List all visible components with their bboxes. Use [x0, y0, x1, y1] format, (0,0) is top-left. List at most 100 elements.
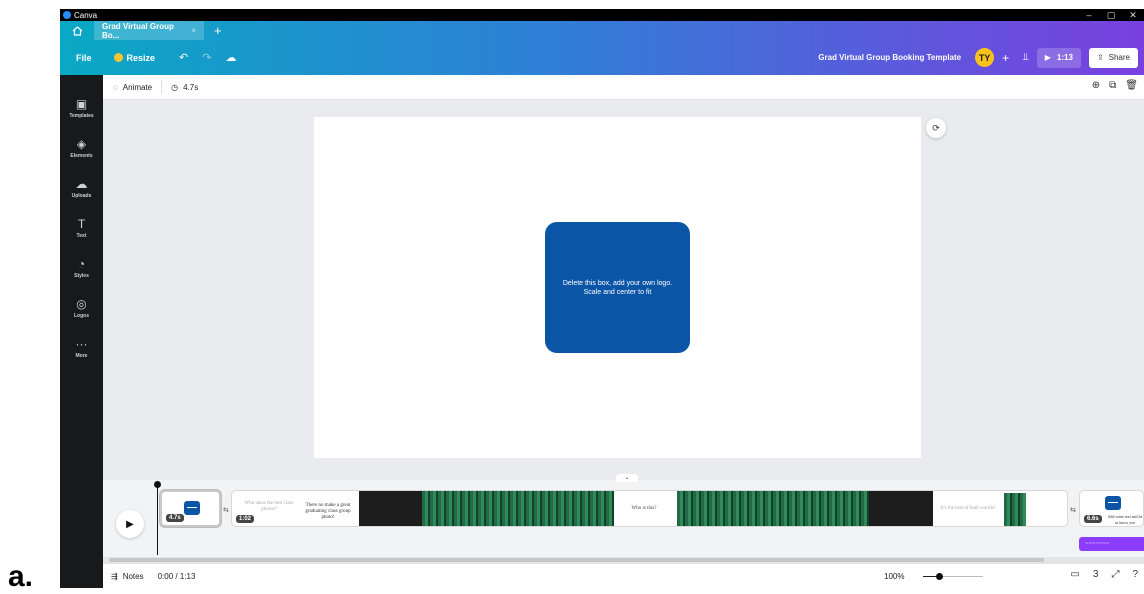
timeline-clip-2[interactable]: Who takes the best class photos? There n… — [231, 490, 1068, 527]
styles-icon: ◔ — [77, 257, 86, 271]
notes-icon: ⇶ — [111, 571, 118, 581]
sidebar-item-label: Templates — [69, 113, 94, 119]
templates-icon: ▣ — [75, 97, 88, 111]
sidebar-item-label: Text — [76, 233, 87, 239]
play-icon: ▶ — [126, 518, 134, 530]
avatar[interactable]: TY — [975, 48, 995, 67]
clip-duration-badge: 4.7s — [166, 514, 184, 522]
clip-thumbnail — [1105, 496, 1121, 510]
new-tab-button[interactable]: + — [214, 23, 222, 38]
sidebar-item-more[interactable]: ··· More — [60, 337, 103, 359]
tab-document[interactable]: Grad Virtual Group Bo... × — [94, 21, 204, 40]
zoom-slider-rest[interactable] — [943, 576, 983, 577]
clip-photo — [869, 491, 933, 526]
add-page-icon[interactable]: ⊕ — [1092, 80, 1100, 91]
sidebar-item-uploads[interactable]: ☁ Uploads — [60, 177, 103, 199]
tab-strip: Grad Virtual Group Bo... × + — [60, 21, 1144, 40]
footer-bar: ⇶ Notes 0:00 / 1:13 100% ▭ 3 ⤢ ? — [103, 563, 1144, 588]
text-icon: T — [77, 217, 86, 231]
grid-view-icon[interactable]: ▭ — [1070, 569, 1079, 580]
animate-label: Animate — [122, 82, 153, 92]
invite-button[interactable]: + — [1002, 51, 1009, 65]
duplicate-page-icon[interactable]: ⧉ — [1109, 80, 1116, 91]
file-menu[interactable]: File — [76, 53, 92, 63]
main-toolbar: File Resize ↶ ↷ ☁ Grad Virtual Group Boo… — [60, 40, 1144, 75]
clip-duration-badge: 6.6s — [1084, 515, 1102, 523]
home-button[interactable] — [60, 21, 94, 40]
comment-icon: ⟳ — [932, 122, 940, 133]
share-icon: ⇪ — [1096, 53, 1104, 62]
crown-icon — [113, 53, 123, 62]
zoom-slider-handle[interactable] — [936, 573, 943, 580]
sidebar-item-label: Styles — [74, 273, 89, 279]
duration-button[interactable]: ◷ 4.7s — [171, 83, 198, 92]
resize-button[interactable]: Resize — [113, 52, 156, 63]
title-bar: Canva – ▢ ✕ — [60, 9, 1144, 21]
playhead[interactable] — [157, 485, 158, 555]
transition-icon[interactable]: ⇆ — [223, 506, 229, 514]
logo-box-text-line1: Delete this box, add your own logo. — [562, 279, 673, 287]
delete-page-icon[interactable]: 🗑 — [1125, 80, 1138, 91]
duration-label: 4.7s — [183, 82, 199, 92]
more-icon: ··· — [75, 337, 88, 351]
logo-box-text-line2: Scale and center to fit — [583, 288, 652, 296]
app-name: Canva — [74, 10, 98, 20]
share-label: Share — [1108, 53, 1130, 62]
canva-window: Canva – ▢ ✕ Grad Virtual Group Bo... × +… — [60, 9, 1144, 588]
present-button[interactable]: ▶ 1:13 — [1036, 47, 1081, 68]
zoom-level[interactable]: 100% — [884, 572, 904, 581]
scrollbar-thumb[interactable] — [109, 558, 1044, 562]
toolbar-divider — [161, 80, 163, 94]
design-page[interactable]: Delete this box, add your own logo. Scal… — [314, 117, 921, 458]
elements-icon: ◈ — [76, 137, 87, 151]
minimize-button[interactable]: – — [1078, 9, 1100, 21]
sidebar-item-styles[interactable]: ◔ Styles — [60, 257, 103, 279]
document-title[interactable]: Grad Virtual Group Booking Template — [818, 53, 961, 62]
collapse-timeline-button[interactable]: ⌄ — [616, 474, 638, 482]
canva-logo-icon — [63, 11, 71, 19]
play-icon: ▶ — [1044, 53, 1051, 62]
clip-slide-text: Add some text and let us know you — [1107, 514, 1143, 525]
transition-icon[interactable]: ⇆ — [1070, 506, 1076, 514]
tab-document-label: Grad Virtual Group Bo... — [102, 21, 174, 40]
fullscreen-icon[interactable]: ⤢ — [1111, 569, 1119, 580]
timeline-play-button[interactable]: ▶ — [116, 510, 144, 538]
redo-icon[interactable]: ↷ — [202, 51, 211, 64]
clip-slide-text: Who takes the best class photos? — [244, 501, 294, 512]
sidebar-item-text[interactable]: T Text — [60, 217, 103, 239]
timeline-clip-3[interactable]: Add some text and let us know you 6.6s — [1079, 490, 1144, 527]
notes-button[interactable]: ⇶ Notes — [111, 572, 144, 581]
sidebar-item-elements[interactable]: ◈ Elements — [60, 137, 103, 159]
cloud-save-icon[interactable]: ☁ — [225, 51, 236, 64]
notes-label: Notes — [122, 571, 144, 581]
sidebar-item-templates[interactable]: ▣ Templates — [60, 97, 103, 119]
timeline-clip-1[interactable]: 4.7s — [160, 490, 221, 527]
left-sidebar: ▣ Templates ◈ Elements ☁ Uploads T Text … — [60, 75, 103, 588]
undo-icon[interactable]: ↶ — [179, 51, 188, 64]
figure-label: a. — [8, 560, 34, 593]
editor-header: Grad Virtual Group Bo... × + File Resize… — [60, 21, 1144, 75]
maximize-button[interactable]: ▢ — [1100, 9, 1122, 21]
tab-close-icon[interactable]: × — [191, 26, 196, 35]
clock-icon: ◷ — [171, 82, 179, 92]
insights-icon[interactable]: ⫫ — [1023, 52, 1029, 63]
animate-button[interactable]: ◌ Animate — [113, 83, 152, 92]
context-toolbar: ◌ Animate ◷ 4.7s ⊕ ⧉ 🗑 — [103, 75, 1144, 100]
sidebar-item-logos[interactable]: ◎ Logos — [60, 297, 103, 319]
present-duration: 1:13 — [1056, 53, 1073, 62]
vertical-scrollbar[interactable] — [1136, 100, 1144, 476]
close-window-button[interactable]: ✕ — [1122, 9, 1144, 21]
clip-thumbnail — [184, 501, 200, 515]
add-comment-button[interactable]: ⟳ — [926, 118, 946, 138]
uploads-icon: ☁ — [75, 177, 88, 191]
page-count-icon[interactable]: 3 — [1093, 569, 1099, 580]
home-icon — [72, 25, 82, 36]
share-button[interactable]: ⇪ Share — [1088, 47, 1138, 68]
playback-time: 0:00 / 1:13 — [157, 571, 196, 581]
logo-placeholder-box[interactable]: Delete this box, add your own logo. Scal… — [545, 222, 690, 353]
help-icon[interactable]: ? — [1132, 569, 1138, 580]
clip-photo — [1004, 493, 1026, 526]
resize-label: Resize — [126, 52, 156, 63]
audio-track[interactable]: ~~~~~~~ — [1079, 537, 1144, 551]
clip-slide-text: It's the best of both worlds! — [940, 506, 996, 511]
